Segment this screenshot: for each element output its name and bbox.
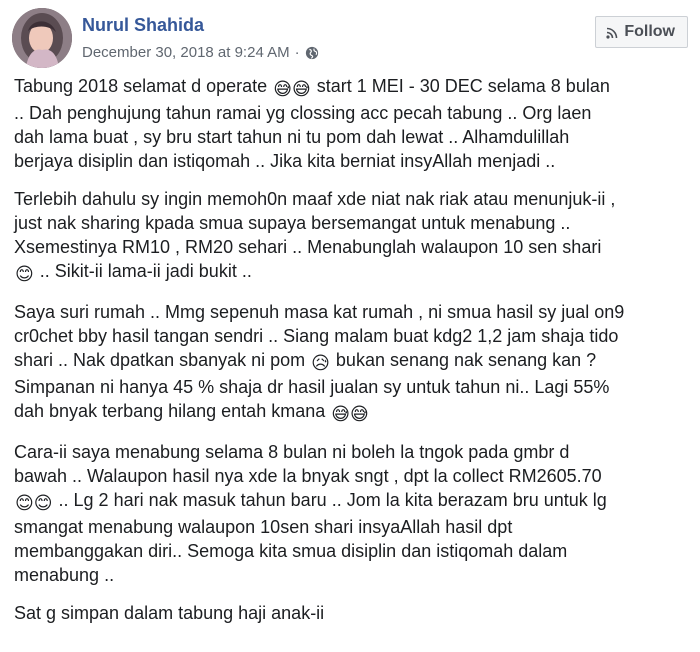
follow-label: Follow xyxy=(624,23,675,40)
post-header: Nurul Shahida December 30, 2018 at 9:24 … xyxy=(12,8,688,68)
facebook-post: Nurul Shahida December 30, 2018 at 9:24 … xyxy=(0,0,700,652)
avatar[interactable] xyxy=(12,8,72,68)
post-paragraph: Tabung 2018 selamat d operate 😅😅 start 1… xyxy=(14,74,686,173)
post-text: membanggakan diri.. Semoga kita smua dis… xyxy=(14,541,568,561)
post-text: berjaya disiplin dan istiqomah .. Jika k… xyxy=(14,151,556,171)
post-meta: December 30, 2018 at 9:24 AM · xyxy=(82,44,319,61)
post-paragraph: Sat g simpan dalam tabung haji anak-ii xyxy=(14,601,686,625)
emoji-icon: 😅😅 xyxy=(273,79,311,99)
post-text: smangat menabung walaupon 10sen shari in… xyxy=(14,517,513,537)
post-line: dah lama buat , sy bru start tahun ni tu… xyxy=(14,125,686,149)
emoji-icon: 😊 xyxy=(15,264,34,284)
post-line: membanggakan diri.. Semoga kita smua dis… xyxy=(14,539,686,563)
post-text: .. Sikit-ii lama-ii jadi bukit .. xyxy=(34,261,252,281)
rss-icon xyxy=(606,26,618,39)
post-line: Cara-ii saya menabung selama 8 bulan ni … xyxy=(14,440,686,464)
post-text: bukan senang nak senang kan ? xyxy=(330,350,597,370)
post-line: 😊😊 .. Lg 2 hari nak masuk tahun baru .. … xyxy=(14,488,686,515)
post-timestamp[interactable]: December 30, 2018 at 9:24 AM xyxy=(82,44,290,61)
post-paragraph: Saya suri rumah .. Mmg sepenuh masa kat … xyxy=(14,300,686,426)
follow-button[interactable]: Follow xyxy=(595,16,688,48)
post-text: cr0chet bby hasil tangan sendri .. Siang… xyxy=(14,326,619,346)
post-text: Xsemestinya RM10 , RM20 sehari .. Menabu… xyxy=(14,237,602,257)
post-text: .. Dah penghujung tahun ramai yg clossin… xyxy=(14,103,592,123)
post-body: Tabung 2018 selamat d operate 😅😅 start 1… xyxy=(14,74,686,639)
post-line: bawah .. Walaupon hasil nya xde la bnyak… xyxy=(14,464,686,488)
post-line: just nak sharing kpada smua supaya berse… xyxy=(14,211,686,235)
author-name[interactable]: Nurul Shahida xyxy=(82,15,204,36)
post-line: berjaya disiplin dan istiqomah .. Jika k… xyxy=(14,149,686,173)
post-line: Simpanan ni hanya 45 % shaja dr hasil ju… xyxy=(14,375,686,399)
post-text: Cara-ii saya menabung selama 8 bulan ni … xyxy=(14,442,570,462)
post-text: Simpanan ni hanya 45 % shaja dr hasil ju… xyxy=(14,377,610,397)
post-line: Saya suri rumah .. Mmg sepenuh masa kat … xyxy=(14,300,686,324)
post-line: Sat g simpan dalam tabung haji anak-ii xyxy=(14,601,686,625)
post-line: Xsemestinya RM10 , RM20 sehari .. Menabu… xyxy=(14,235,686,259)
post-line: dah bnyak terbang hilang entah kmana 😅😅 xyxy=(14,399,686,426)
emoji-icon: 😊😊 xyxy=(15,493,53,513)
post-text: just nak sharing kpada smua supaya berse… xyxy=(14,213,571,233)
meta-separator: · xyxy=(294,44,300,61)
post-text: menabung .. xyxy=(14,565,115,585)
post-text: dah bnyak terbang hilang entah kmana xyxy=(14,401,331,421)
post-text: Tabung 2018 selamat d operate xyxy=(14,76,273,96)
post-text: Terlebih dahulu sy ingin memoh0n maaf xd… xyxy=(14,189,616,209)
emoji-icon: 😅😅 xyxy=(331,404,369,424)
post-line: shari .. Nak dpatkan sbanyak ni pom 😥 bu… xyxy=(14,348,686,375)
post-paragraph: Terlebih dahulu sy ingin memoh0n maaf xd… xyxy=(14,187,686,286)
post-text: Saya suri rumah .. Mmg sepenuh masa kat … xyxy=(14,302,625,322)
post-line: smangat menabung walaupon 10sen shari in… xyxy=(14,515,686,539)
post-text: bawah .. Walaupon hasil nya xde la bnyak… xyxy=(14,466,602,486)
post-line: Tabung 2018 selamat d operate 😅😅 start 1… xyxy=(14,74,686,101)
post-line: menabung .. xyxy=(14,563,686,587)
emoji-icon: 😥 xyxy=(311,353,330,373)
post-text: shari .. Nak dpatkan sbanyak ni pom xyxy=(14,350,311,370)
post-text: .. Lg 2 hari nak masuk tahun baru .. Jom… xyxy=(53,490,607,510)
post-text: Sat g simpan dalam tabung haji anak-ii xyxy=(14,603,325,623)
post-line: 😊 .. Sikit-ii lama-ii jadi bukit .. xyxy=(14,259,686,286)
post-text: dah lama buat , sy bru start tahun ni tu… xyxy=(14,127,570,147)
globe-icon xyxy=(305,46,319,60)
post-line: cr0chet bby hasil tangan sendri .. Siang… xyxy=(14,324,686,348)
post-paragraph: Cara-ii saya menabung selama 8 bulan ni … xyxy=(14,440,686,587)
post-text: start 1 MEI - 30 DEC selama 8 bulan xyxy=(311,76,610,96)
post-line: .. Dah penghujung tahun ramai yg clossin… xyxy=(14,101,686,125)
post-line: Terlebih dahulu sy ingin memoh0n maaf xd… xyxy=(14,187,686,211)
profile-photo xyxy=(12,8,72,68)
